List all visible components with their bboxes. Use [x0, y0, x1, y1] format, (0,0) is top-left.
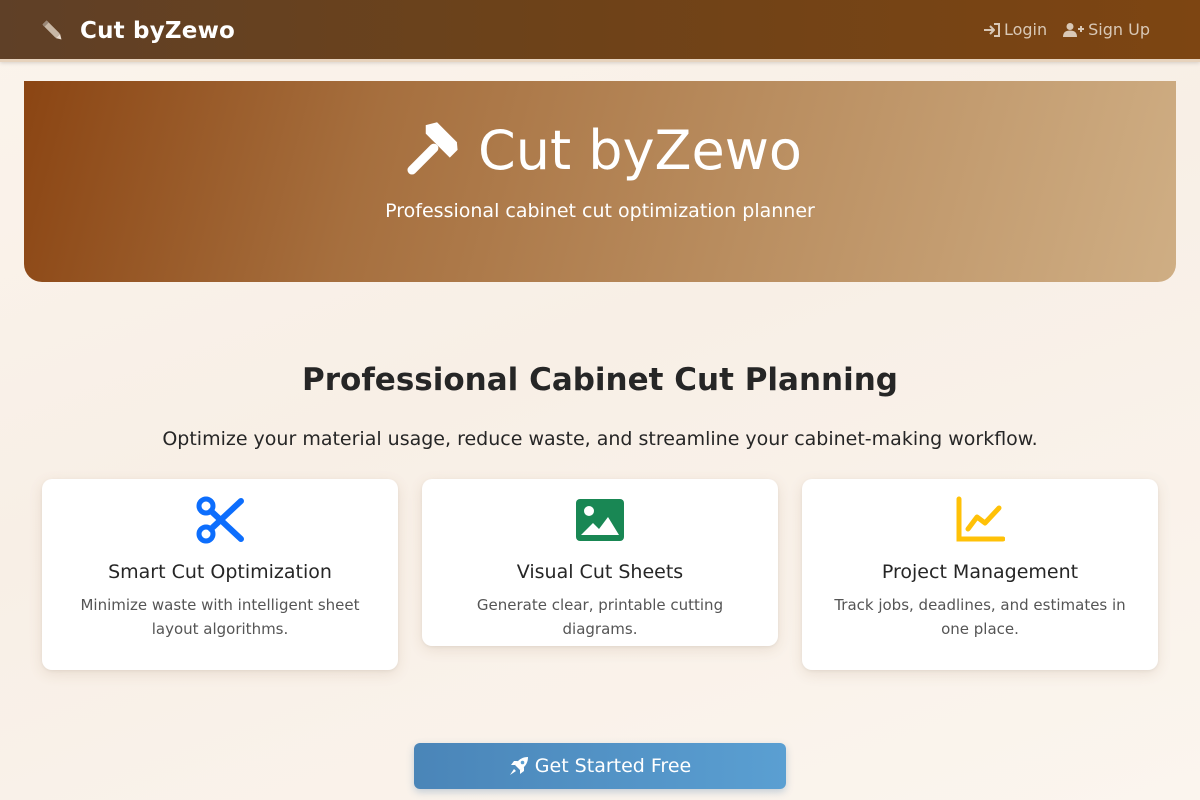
hammer-icon [398, 120, 462, 184]
get-started-button[interactable]: Get Started Free [414, 743, 786, 789]
feature-text: Minimize waste with intelligent sheet la… [80, 596, 360, 638]
feature-card-optimization: Smart Cut Optimization Minimize waste wi… [42, 479, 398, 670]
signup-label: Sign Up [1088, 20, 1150, 39]
hero-banner: Cut byZewo Professional cabinet cut opti… [24, 81, 1176, 282]
brand-name: Cut byZewo [80, 18, 236, 44]
login-link[interactable]: Login [983, 20, 1047, 39]
ruler-pencil-icon [40, 18, 66, 44]
brand-link[interactable]: Cut byZewo [40, 16, 235, 46]
rocket-icon [509, 757, 528, 775]
feature-text: Generate clear, printable cutting diagra… [476, 596, 724, 638]
feature-card-project-management: Project Management Track jobs, deadlines… [802, 479, 1158, 670]
section-lead: Optimize your material usage, reduce was… [162, 428, 1038, 450]
hero-subtitle: Professional cabinet cut optimization pl… [385, 200, 815, 222]
feature-title: Project Management [881, 561, 1079, 583]
feature-card-cut-sheets: Visual Cut Sheets Generate clear, printa… [422, 479, 778, 646]
feature-text: Track jobs, deadlines, and estimates in … [834, 596, 1126, 638]
scissors-icon [195, 495, 245, 545]
feature-title: Visual Cut Sheets [516, 561, 684, 583]
get-started-label: Get Started Free [534, 755, 692, 777]
hero-title: Cut byZewo [478, 118, 802, 182]
hero-heading: Cut byZewo [24, 115, 1176, 185]
section-title: Professional Cabinet Cut Planning [302, 362, 898, 398]
sign-in-icon [983, 22, 1000, 37]
top-navbar: Cut byZewo Login Sign Up [0, 0, 1200, 62]
nav-links: Login Sign Up [967, 20, 1150, 39]
feature-title: Smart Cut Optimization [108, 561, 332, 583]
signup-link[interactable]: Sign Up [1063, 20, 1150, 39]
login-label: Login [1003, 20, 1048, 39]
user-plus-icon [1063, 22, 1085, 37]
chart-line-icon [955, 495, 1006, 545]
image-icon [575, 495, 625, 545]
